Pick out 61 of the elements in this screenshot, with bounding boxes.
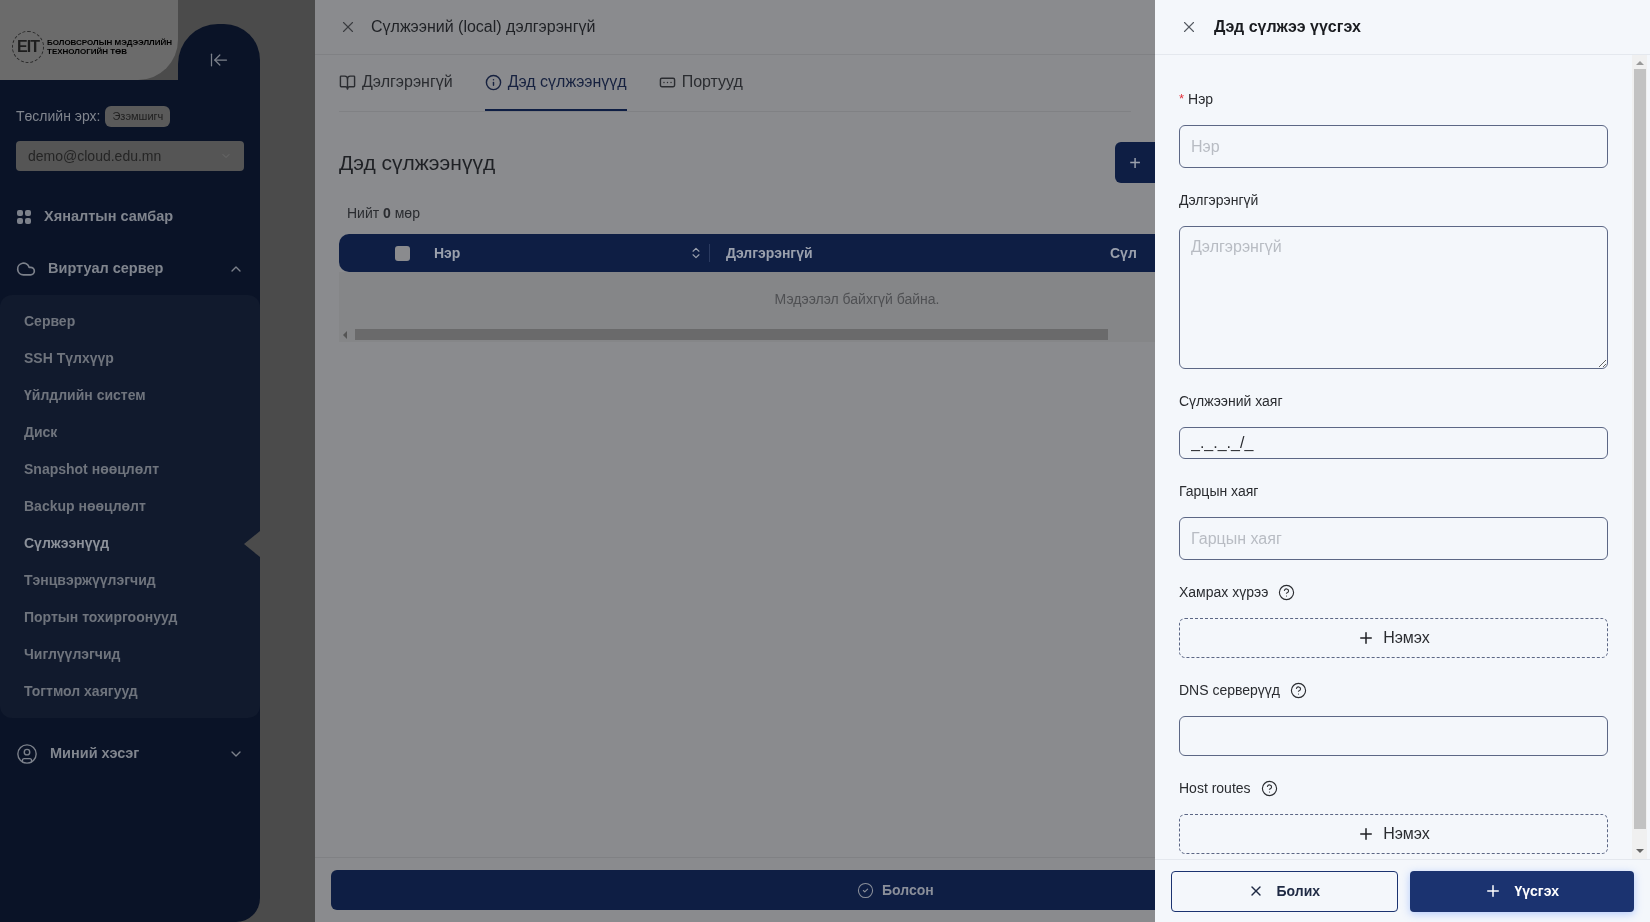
check-icon: [857, 881, 874, 899]
nav-item[interactable]: Виртуал сервер: [0, 243, 260, 295]
address-field[interactable]: _._._._/_: [1179, 427, 1608, 459]
text-area[interactable]: Дэлгэрэнгүй: [1179, 226, 1608, 369]
drawer-title: Сүлжээний (local) дэлгэрэнгүй: [371, 17, 596, 37]
text-field[interactable]: Нэр: [1179, 125, 1608, 168]
submenu-item[interactable]: SSH Түлхүүр: [0, 340, 260, 377]
column-header[interactable]: Нэр: [434, 242, 689, 264]
sort-icon[interactable]: [689, 246, 703, 260]
field-label: Сүлжээний хаяг: [1179, 391, 1283, 411]
submenu-item[interactable]: Backup нөөцлөлт: [0, 488, 260, 525]
nav-item[interactable]: Хяналтын самбар: [0, 191, 260, 243]
help-icon[interactable]: [1260, 779, 1278, 797]
nav-item[interactable]: Миний хэсэг: [0, 728, 260, 780]
add-row-button[interactable]: Нэмэх: [1179, 814, 1608, 854]
tags-field[interactable]: [1179, 716, 1608, 756]
logo-text: ТЕХНОЛОГИЙН ТӨВ: [47, 47, 129, 56]
column-header[interactable]: Сүл: [1110, 242, 1155, 264]
drawer-title: Дэд сүлжээ үүсгэх: [1214, 17, 1361, 37]
row-count: Нийт 0 мөр: [347, 204, 421, 223]
submenu-item[interactable]: Тогтмол хаягууд: [0, 673, 260, 710]
column-header[interactable]: Дэлгэрэнгүй: [726, 242, 1110, 264]
field-label: Хамрах хүрээ: [1179, 582, 1269, 602]
field-label: Host routes: [1179, 778, 1251, 798]
cancel-button[interactable]: Болих: [1171, 870, 1398, 912]
done-button[interactable]: Болсон: [331, 870, 1155, 910]
tab[interactable]: Дэд сүлжээнүүд: [484, 55, 627, 111]
user-icon: [16, 743, 38, 765]
submenu-item[interactable]: Портын тохиргоонууд: [0, 599, 260, 636]
help-icon[interactable]: [1290, 681, 1308, 699]
tab[interactable]: Портууд: [658, 55, 743, 111]
submenu-item[interactable]: Диск: [0, 414, 260, 451]
text-field[interactable]: Гарцын хаяг: [1179, 517, 1608, 560]
logo-text: БОЛОВСРОЛЫН МЭДЭЭЛЛИЙН: [47, 38, 172, 47]
horizontal-scrollbar[interactable]: [339, 327, 1155, 342]
submenu-item[interactable]: Сүлжээнүүд: [0, 525, 260, 562]
add-button[interactable]: +: [1115, 142, 1155, 183]
submenu-item[interactable]: Үйлдлийн систем: [0, 377, 260, 414]
submenu-item[interactable]: Чиглүүлэгчид: [0, 636, 260, 673]
submenu-item[interactable]: Сервер: [0, 303, 260, 340]
role-label: Төслийн эрх:: [16, 107, 101, 126]
role-badge: Эзэмшигч: [105, 106, 171, 127]
selection-notch: [244, 531, 260, 557]
vertical-scrollbar[interactable]: [1632, 55, 1647, 859]
field-label: Дэлгэрэнгүй: [1179, 190, 1259, 210]
submit-button[interactable]: Үүсгэх: [1409, 870, 1634, 912]
tab[interactable]: Дэлгэрэнгүй: [339, 55, 453, 111]
help-icon[interactable]: [1278, 583, 1296, 601]
submenu-item[interactable]: Snapshot нөөцлөлт: [0, 451, 260, 488]
field-label: Нэр: [1188, 89, 1214, 109]
field-label: Гарцын хаяг: [1179, 481, 1259, 501]
field-label: DNS серверүүд: [1179, 680, 1281, 700]
select-all-checkbox[interactable]: [395, 245, 410, 261]
info-icon: [484, 73, 502, 91]
required-mark: *: [1179, 90, 1185, 109]
grid-icon: [16, 209, 32, 225]
book-icon: [339, 73, 356, 91]
section-title: Дэд сүлжээнүүд: [339, 149, 496, 176]
add-row-button[interactable]: Нэмэх: [1179, 618, 1608, 658]
submenu-item[interactable]: Тэнцвэржүүлэгчид: [0, 562, 260, 599]
cloud-icon: [16, 259, 36, 279]
